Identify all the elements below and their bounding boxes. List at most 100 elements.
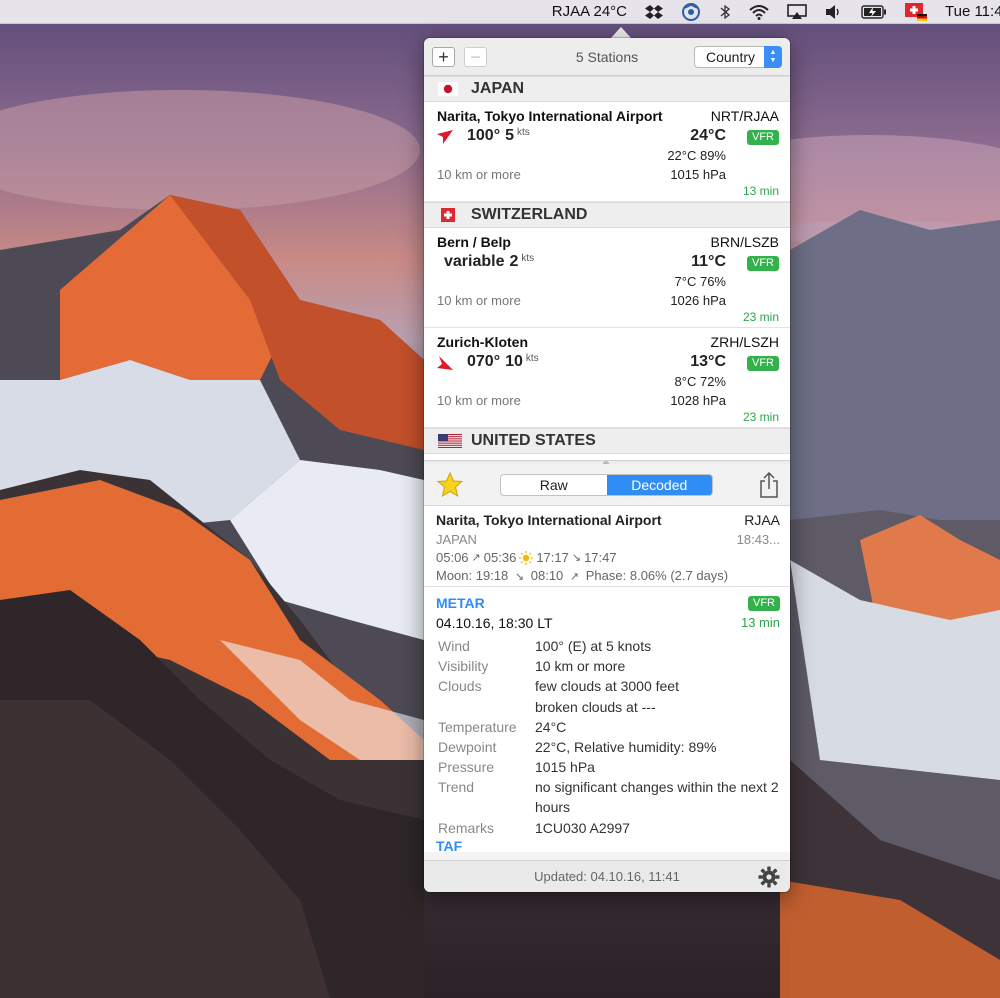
wifi-icon[interactable]	[740, 0, 778, 24]
clock-text: Tue 11:43	[945, 3, 1000, 20]
country-header-japan: JAPAN	[424, 76, 790, 102]
switzerland-flag-icon	[438, 208, 458, 222]
popover-footer: Updated: 04.10.16, 11:41	[424, 860, 790, 892]
station-wind: 070° 10 kts	[437, 353, 539, 371]
wind-unit: kts	[525, 353, 539, 364]
wind-unit: kts	[517, 127, 530, 138]
station-dewpoint-humidity: 22°C 89%	[667, 148, 726, 163]
add-station-button[interactable]: +	[432, 46, 455, 67]
metar-key: Remarks	[438, 820, 495, 836]
wind-speed: 5	[505, 127, 514, 144]
sync-icon[interactable]	[672, 0, 710, 24]
sun-icon	[519, 550, 534, 565]
metar-date: 04.10.16, 18:30 LT	[436, 615, 553, 631]
station-list[interactable]: JAPAN Narita, Tokyo International Airpor…	[424, 76, 790, 460]
metar-key: Visibility	[438, 658, 489, 674]
divider	[424, 586, 790, 587]
station-row[interactable]: Zurich-Kloten ZRH/LSZH 070° 10 kts 13°C …	[424, 328, 790, 428]
wind-unit: kts	[521, 253, 535, 264]
station-visibility: 10 km or more	[437, 393, 521, 408]
wind-arrow-icon	[437, 130, 453, 144]
star-icon[interactable]	[437, 472, 463, 498]
detail-station-code: RJAA	[744, 512, 780, 528]
country-name: UNITED STATES	[471, 432, 596, 449]
country-name: JAPAN	[471, 80, 525, 97]
dusk-time: 17:47	[584, 550, 617, 565]
metar-key: Pressure	[438, 759, 495, 775]
usa-flag-icon	[438, 434, 462, 448]
detail-country: JAPAN	[436, 532, 477, 547]
wind-direction: variable	[444, 253, 505, 270]
arrow-up-icon: ↗	[471, 552, 481, 564]
country-header-switzerland: SWITZERLAND	[424, 202, 790, 228]
moonset-time: 08:10	[530, 568, 564, 583]
metar-value: few clouds at 3000 feet	[535, 678, 679, 694]
flight-rules-badge: VFR	[748, 596, 780, 611]
sun-times: 05:06 ↗ 05:36 17:17 ↘ 17:47	[436, 550, 617, 565]
sort-select[interactable]: Country ▲ ▼	[694, 45, 782, 68]
flight-rules-badge: VFR	[747, 130, 779, 145]
sort-select-value: Country	[706, 48, 756, 65]
metar-value: 10 km or more	[535, 658, 626, 674]
select-arrows-icon: ▲ ▼	[764, 45, 782, 68]
airplay-icon[interactable]	[778, 0, 816, 24]
menubar-weather-status[interactable]: RJAA 24°C	[543, 0, 636, 24]
metar-value: 100° (E) at 5 knots	[535, 638, 652, 654]
station-dewpoint-humidity: 8°C 72%	[674, 374, 726, 389]
metar-value: broken clouds at ---	[535, 699, 656, 715]
wind-direction: 070°	[467, 353, 501, 370]
arrow-up-icon: ↗	[569, 571, 580, 583]
station-pressure: 1015 hPa	[670, 167, 726, 182]
detail-station-name: Narita, Tokyo International Airport	[436, 512, 662, 528]
battery-icon[interactable]	[852, 0, 896, 24]
input-source-flag-icon[interactable]	[896, 0, 936, 24]
volume-icon[interactable]	[816, 0, 852, 24]
weather-status-text: RJAA 24°C	[551, 3, 627, 20]
remove-station-button[interactable]: −	[464, 46, 487, 67]
station-row[interactable]: Narita, Tokyo International Airport NRT/…	[424, 102, 790, 202]
share-icon[interactable]	[758, 472, 780, 498]
metar-value: 22°C, Relative humidity: 89%	[535, 739, 717, 755]
metar-value: 24°C	[535, 719, 567, 735]
decoded-tab[interactable]: Decoded	[606, 475, 712, 495]
station-pressure: 1026 hPa	[670, 293, 726, 308]
metar-key: Temperature	[438, 719, 517, 735]
country-header-united-states: UNITED STATES	[424, 428, 790, 454]
station-visibility: 10 km or more	[437, 293, 521, 308]
raw-decoded-toggle: Raw Decoded	[500, 474, 713, 496]
moonrise-time: Moon: 19:18	[436, 568, 509, 583]
flight-rules-badge: VFR	[747, 356, 779, 371]
menubar-clock[interactable]: Tue 11:43	[936, 0, 1000, 24]
moon-phase: Phase: 8.06% (2.7 days)	[585, 568, 729, 583]
menu-bar: RJAA 24°C Tue 11:43	[0, 0, 1000, 24]
station-visibility: 10 km or more	[437, 167, 521, 182]
arrow-down-icon: ↘	[514, 571, 525, 583]
raw-tab[interactable]: Raw	[501, 475, 607, 495]
metar-report-age: 13 min	[740, 615, 780, 630]
detail-local-time: 18:43...	[736, 532, 780, 547]
sunset-time: 17:17	[536, 550, 569, 565]
arrow-down-icon: ↘	[571, 552, 582, 564]
station-name: Narita, Tokyo International Airport	[437, 108, 663, 124]
station-code: NRT/RJAA	[710, 108, 779, 124]
metar-key: Clouds	[438, 678, 482, 694]
detail-toolbar: Raw Decoded	[424, 464, 790, 506]
gear-icon[interactable]	[758, 866, 780, 888]
station-name: Bern / Belp	[437, 234, 511, 250]
metar-key: Wind	[438, 638, 470, 654]
weather-popover: + − 5 Stations Country ▲ ▼ JAPAN Narita, …	[424, 38, 790, 892]
country-name: SWITZERLAND	[471, 206, 588, 223]
flight-rules-badge: VFR	[747, 256, 779, 271]
bluetooth-icon[interactable]	[710, 0, 740, 24]
popover-toolbar: + − 5 Stations Country ▲ ▼	[424, 38, 790, 76]
japan-flag-icon	[438, 82, 458, 96]
decoded-report[interactable]: Narita, Tokyo International Airport RJAA…	[424, 506, 790, 852]
station-temperature: 13°C	[690, 353, 726, 370]
wind-arrow-icon	[437, 356, 453, 370]
dropbox-icon[interactable]	[636, 0, 672, 24]
station-row[interactable]: Bern / Belp BRN/LSZB variable 2 kts 11°C…	[424, 228, 790, 328]
station-wind: 100° 5 kts	[437, 127, 530, 145]
moon-times: Moon: 19:18 ↘ 08:10 ↗ Phase: 8.06% (2.7 …	[436, 568, 728, 583]
station-dewpoint-humidity: 7°C 76%	[674, 274, 726, 289]
station-pressure: 1028 hPa	[670, 393, 726, 408]
